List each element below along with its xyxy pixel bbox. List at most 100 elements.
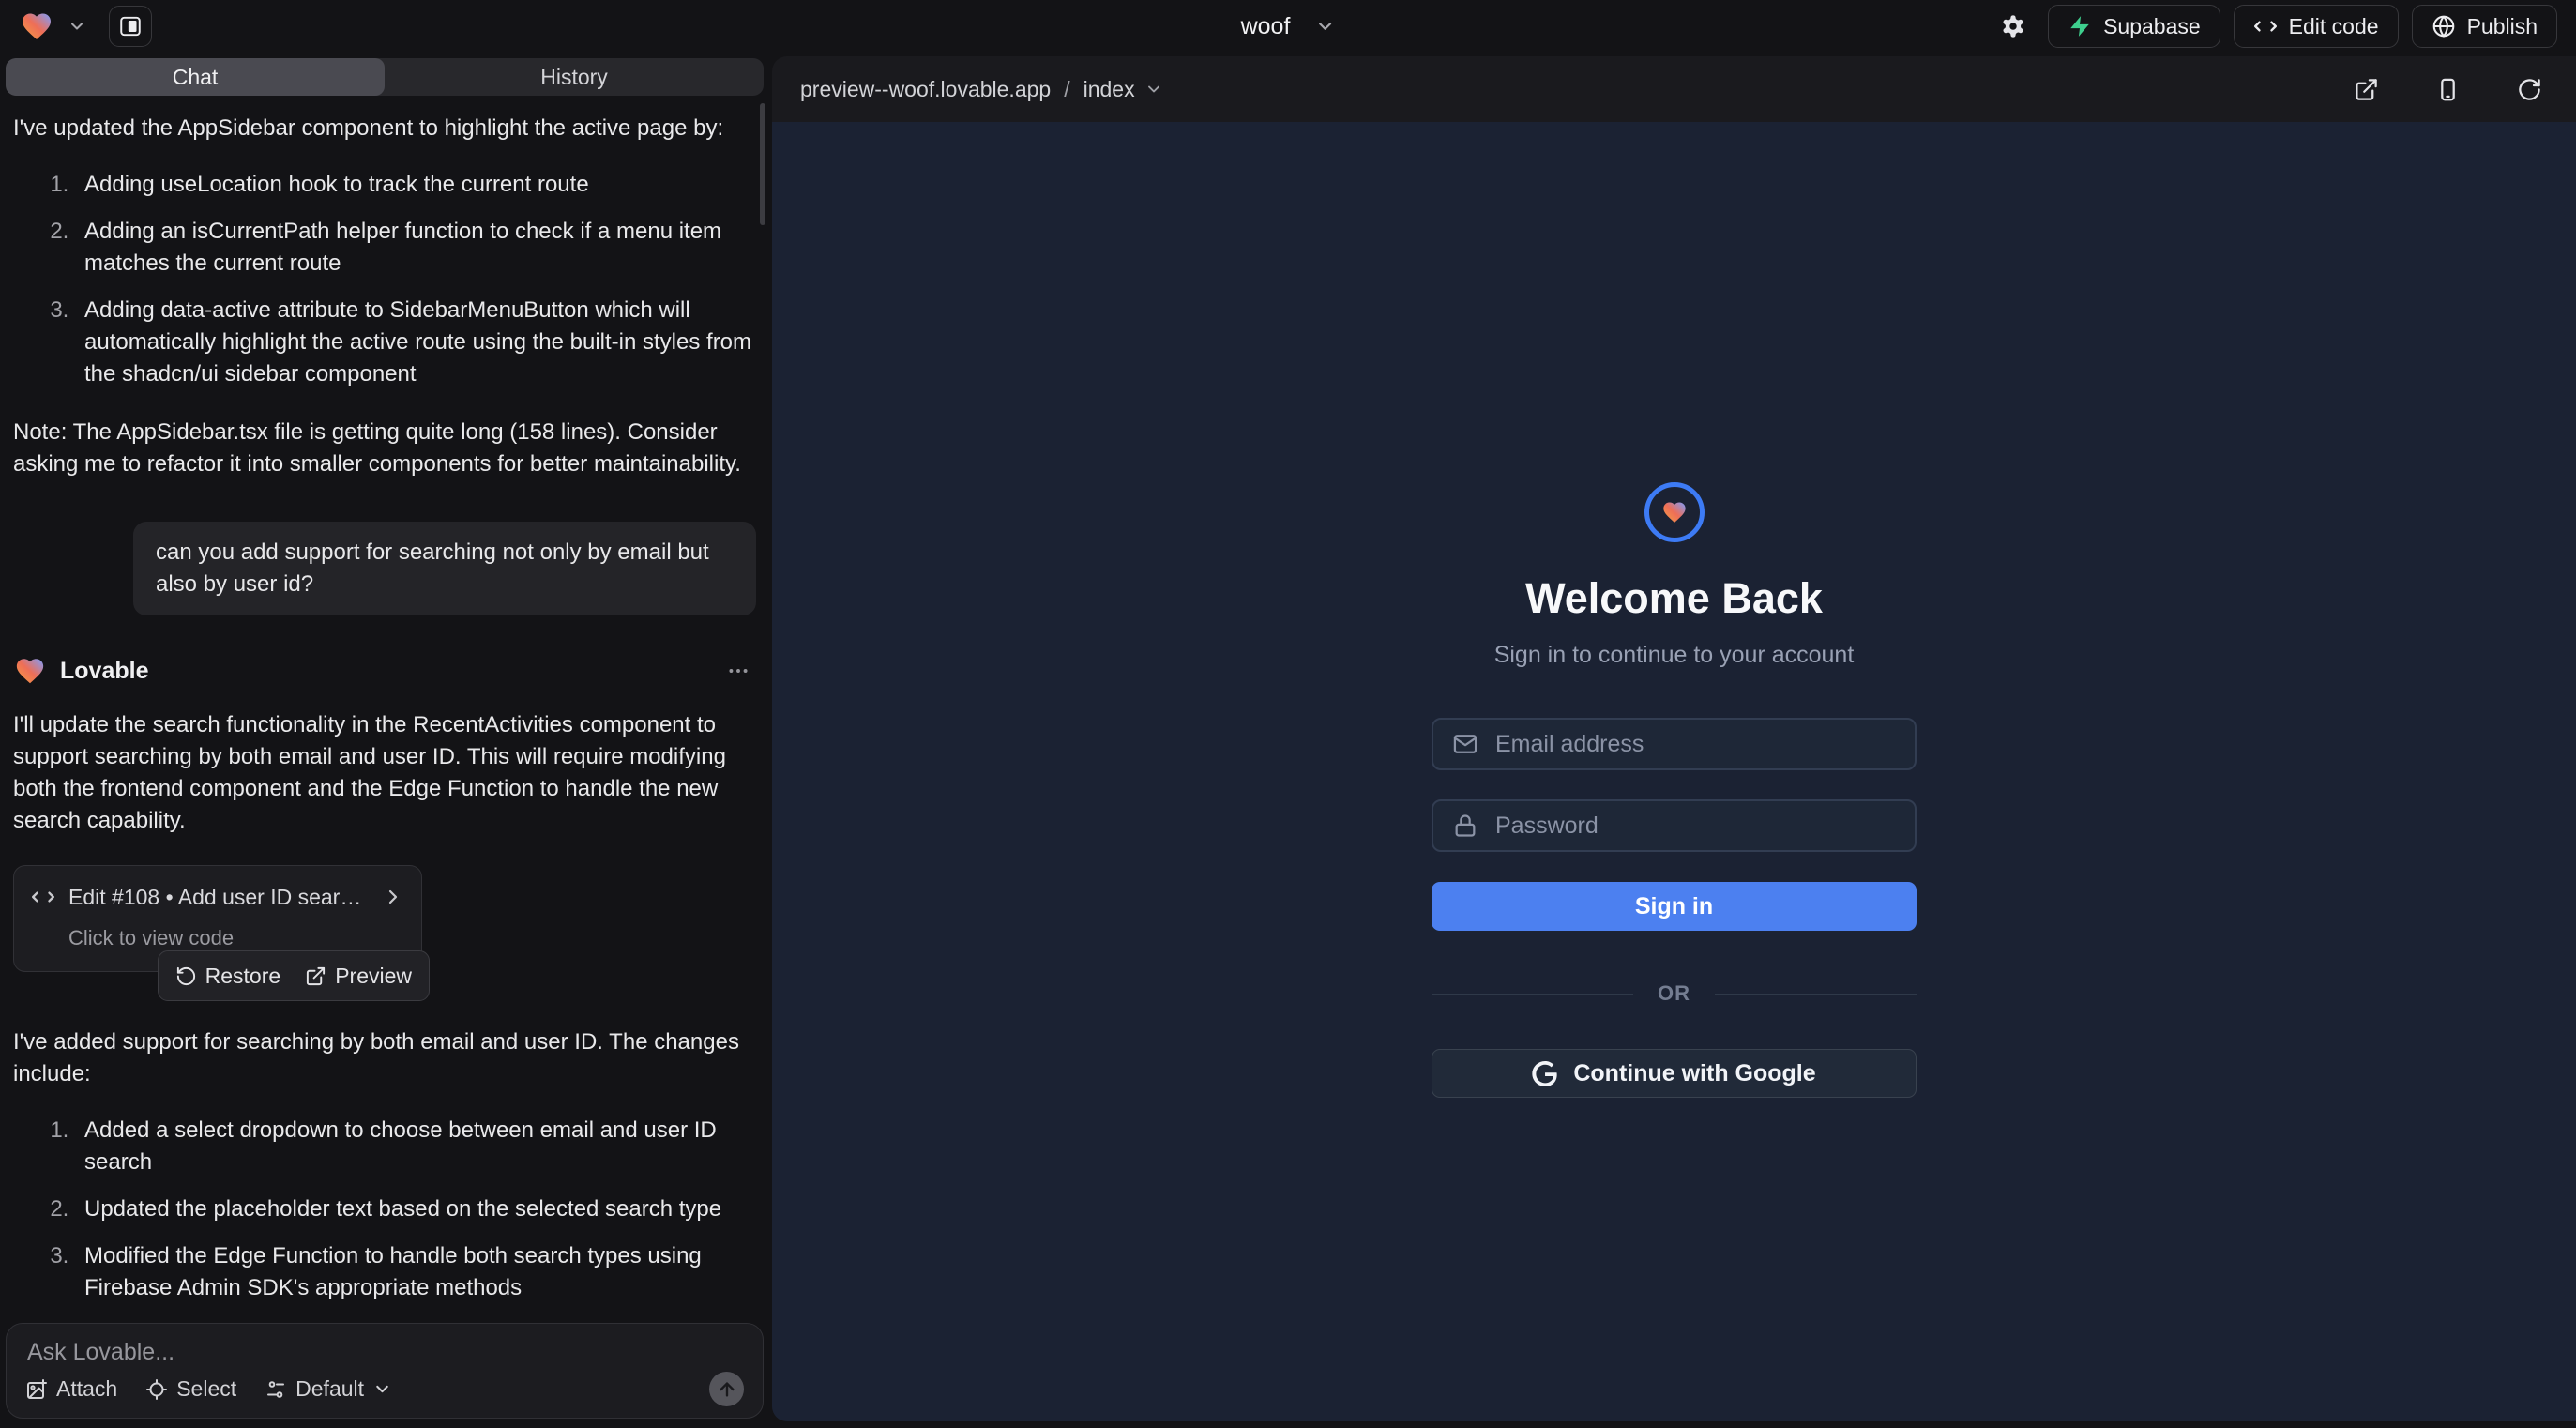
- attach-label: Attach: [56, 1376, 117, 1402]
- settings-button[interactable]: [1992, 6, 2035, 47]
- edit-card-header: Edit #108 • Add user ID search supp...: [31, 881, 404, 913]
- send-button[interactable]: [709, 1372, 744, 1406]
- select-target-icon: [145, 1378, 168, 1401]
- external-link-icon: [2354, 77, 2379, 102]
- select-button[interactable]: Select: [145, 1376, 236, 1402]
- assistant-msg1-note: Note: The AppSidebar.tsx file is getting…: [13, 417, 756, 480]
- preview-header: preview--woof.lovable.app / index: [772, 56, 2576, 122]
- user-message-row: can you add support for searching not on…: [13, 522, 756, 615]
- publish-label: Publish: [2467, 14, 2538, 39]
- mode-selector[interactable]: Default: [265, 1376, 392, 1402]
- refresh-button[interactable]: [2511, 76, 2548, 103]
- topbar-left: [19, 6, 152, 47]
- project-name: woof: [1241, 13, 1291, 40]
- restore-label: Restore: [205, 960, 281, 992]
- password-field[interactable]: [1432, 799, 1917, 852]
- supabase-label: Supabase: [2103, 14, 2201, 39]
- divider-line: [1715, 994, 1917, 995]
- list-item: Modified the Edge Function to handle bot…: [75, 1240, 756, 1304]
- chevron-right-icon: [382, 886, 404, 908]
- list-item: Adding useLocation hook to track the cur…: [75, 169, 756, 201]
- preview-url-selector[interactable]: preview--woof.lovable.app / index: [800, 77, 1163, 102]
- mobile-view-button[interactable]: [2430, 76, 2466, 103]
- or-label: OR: [1658, 981, 1690, 1006]
- assistant-msg1-intro: I've updated the AppSidebar component to…: [13, 113, 756, 144]
- signin-subtitle: Sign in to continue to your account: [1494, 642, 1855, 669]
- chat-composer: Attach Select Default: [6, 1323, 764, 1419]
- open-in-new-tab-button[interactable]: [2348, 76, 2385, 103]
- sliders-icon: [265, 1378, 287, 1401]
- list-item: Adding data-active attribute to SidebarM…: [75, 295, 756, 390]
- chat-input[interactable]: [25, 1337, 744, 1372]
- lovable-avatar-icon: [13, 655, 47, 687]
- arrow-up-icon: [717, 1379, 737, 1400]
- url-separator: /: [1064, 77, 1069, 102]
- lovable-app-window: woof Supabase Edit code Publish: [0, 0, 2576, 1428]
- toggle-sidebar-button[interactable]: [109, 6, 152, 47]
- attach-image-icon: [25, 1378, 48, 1401]
- supabase-bolt-icon: [2068, 14, 2092, 38]
- preview-toolbar: [2348, 76, 2548, 103]
- mode-label: Default: [295, 1376, 364, 1402]
- assistant-msg2-list: Added a select dropdown to choose betwee…: [13, 1115, 756, 1308]
- user-message-bubble: can you add support for searching not on…: [133, 522, 756, 615]
- assistant-header: Lovable: [13, 655, 756, 687]
- google-icon: [1532, 1061, 1557, 1086]
- app-logo: [1644, 482, 1705, 542]
- chat-scrollbar[interactable]: [760, 103, 765, 225]
- preview-panel: preview--woof.lovable.app / index: [772, 56, 2576, 1421]
- lock-icon: [1452, 813, 1478, 839]
- globe-icon: [2432, 14, 2456, 38]
- app-preview-iframe: Welcome Back Sign in to continue to your…: [772, 122, 2576, 1421]
- message-menu-button[interactable]: [726, 659, 756, 683]
- chevron-down-icon: [1144, 80, 1163, 99]
- supabase-button[interactable]: Supabase: [2048, 5, 2220, 48]
- edit-card-actions: Restore Preview: [158, 950, 430, 1001]
- tab-history[interactable]: History: [385, 58, 764, 96]
- signin-title: Welcome Back: [1525, 574, 1823, 623]
- sign-in-button[interactable]: Sign in: [1432, 882, 1917, 931]
- edit-code-label: Edit code: [2289, 14, 2379, 39]
- password-input[interactable]: [1493, 812, 1896, 841]
- assistant-name: Lovable: [60, 655, 148, 687]
- lovable-logo-icon[interactable]: [19, 9, 54, 43]
- restore-button[interactable]: Restore: [175, 960, 281, 992]
- chevron-down-icon: [372, 1379, 392, 1399]
- or-divider: OR: [1432, 981, 1917, 1006]
- composer-actions: Attach Select Default: [25, 1372, 744, 1406]
- email-input[interactable]: [1493, 730, 1896, 759]
- top-bar: woof Supabase Edit code Publish: [0, 0, 2576, 53]
- workspace-chevron-down-icon[interactable]: [68, 17, 86, 36]
- code-icon: [2253, 14, 2278, 38]
- publish-button[interactable]: Publish: [2412, 5, 2557, 48]
- preview-page: index: [1083, 77, 1135, 102]
- assistant-msg1-list: Adding useLocation hook to track the cur…: [13, 169, 756, 390]
- preview-url: preview--woof.lovable.app: [800, 77, 1051, 102]
- preview-label: Preview: [335, 960, 412, 992]
- project-switcher[interactable]: woof: [1241, 0, 1336, 53]
- edit-version-card[interactable]: Edit #108 • Add user ID search supp... C…: [13, 865, 422, 972]
- code-icon: [31, 885, 55, 909]
- heart-icon: [1660, 499, 1689, 525]
- external-link-icon: [305, 965, 326, 987]
- google-label: Continue with Google: [1573, 1060, 1815, 1087]
- refresh-icon: [2517, 77, 2542, 102]
- email-field[interactable]: [1432, 718, 1917, 770]
- attach-button[interactable]: Attach: [25, 1376, 117, 1402]
- preview-button[interactable]: Preview: [305, 960, 412, 992]
- chat-message-list[interactable]: I've updated the AppSidebar component to…: [0, 96, 769, 1308]
- assistant-msg2-body: I've added support for searching by both…: [13, 1026, 756, 1090]
- google-sign-in-button[interactable]: Continue with Google: [1432, 1049, 1917, 1098]
- signin-card: Welcome Back Sign in to continue to your…: [1432, 482, 1917, 1098]
- project-chevron-down-icon: [1314, 16, 1335, 37]
- chat-history-tabs: Chat History: [6, 58, 764, 96]
- list-item: Adding an isCurrentPath helper function …: [75, 216, 756, 280]
- smartphone-icon: [2435, 77, 2461, 102]
- restore-icon: [175, 965, 197, 987]
- assistant-msg2-intro: I'll update the search functionality in …: [13, 709, 756, 837]
- list-item: Updated the placeholder text based on th…: [75, 1193, 756, 1225]
- list-item: Added a select dropdown to choose betwee…: [75, 1115, 756, 1178]
- divider-line: [1432, 994, 1633, 995]
- edit-code-button[interactable]: Edit code: [2234, 5, 2399, 48]
- tab-chat[interactable]: Chat: [6, 58, 385, 96]
